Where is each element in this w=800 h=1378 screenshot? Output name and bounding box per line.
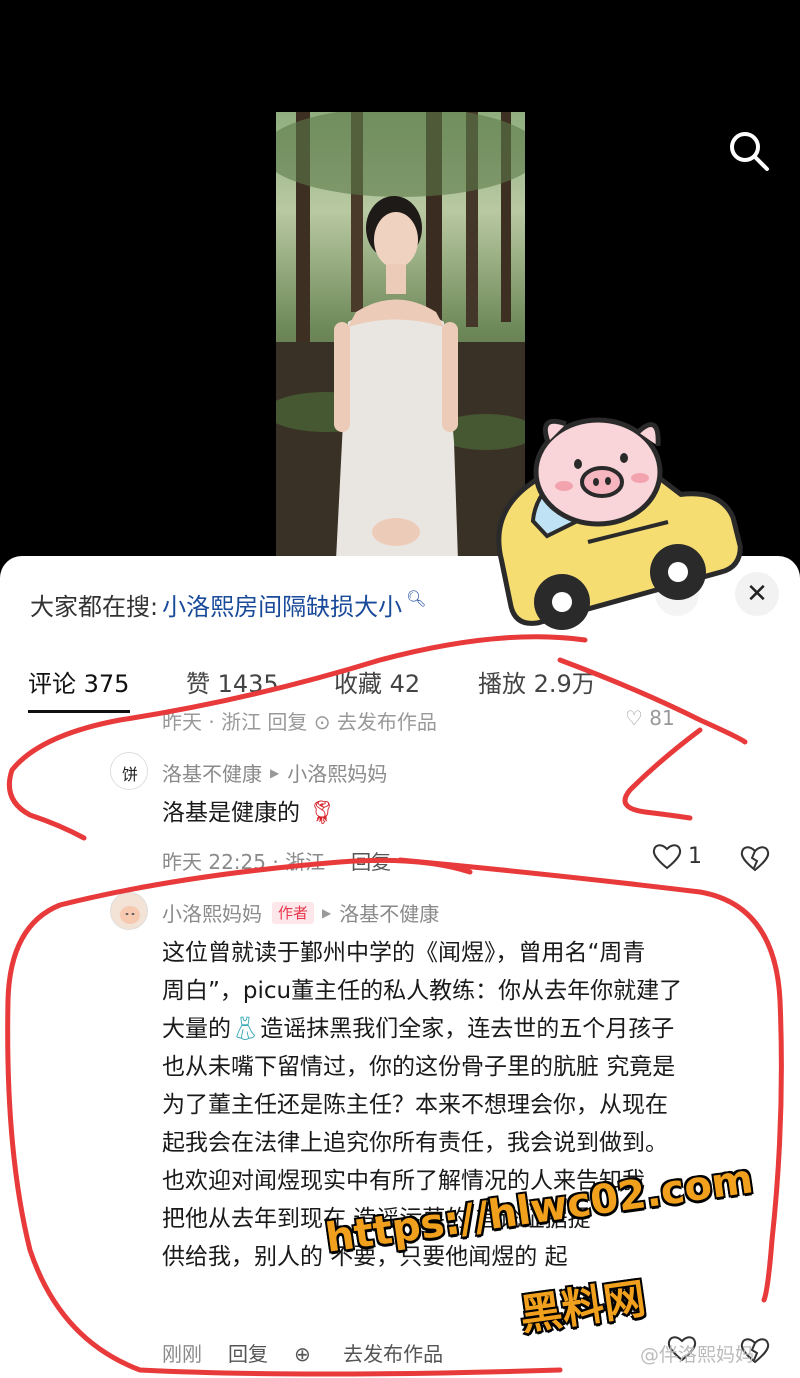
comment-header: 小洛熙妈妈 作者 ▶ 洛基不健康: [162, 898, 439, 927]
comment-line: 这位曾就读于鄞州中学的《闻煜》，曾用名“周青: [162, 940, 646, 966]
reply-arrow-icon: ▶: [270, 765, 280, 780]
tab-likes[interactable]: 赞 1435: [186, 664, 279, 699]
comment-username[interactable]: 洛基不健康: [162, 758, 262, 787]
comment-line: 为了董主任还是陈主任？本来不想理会你，从现在: [162, 1092, 668, 1118]
search-suggestion[interactable]: 大家都在搜: 小洛熙房间隔缺损大小 🔍︎: [30, 584, 426, 624]
weibo-watermark: @伴洛熙妈妈: [640, 1344, 755, 1366]
previous-comment-meta: 昨天 · 浙江 回复 ⊙ 去发布作品: [162, 710, 437, 734]
comment-header: 洛基不健康 ▶ 小洛熙妈妈: [162, 758, 387, 787]
heart-icon: [652, 844, 682, 870]
search-icon: [730, 132, 769, 171]
comment-sheet: 大家都在搜: 小洛熙房间隔缺损大小 🔍︎ ✕ 评论 375 赞 1435 收藏 …: [0, 556, 800, 1378]
like-button[interactable]: 1: [652, 842, 702, 870]
reply-button[interactable]: 回复: [228, 1338, 268, 1367]
comment-text: 洛基是健康的 🌹︎: [162, 794, 337, 832]
publish-label: 去发布作品: [343, 1342, 444, 1366]
comment-line: 供给我，别人的 不要，只要他闻煜的 起: [162, 1244, 568, 1270]
tab-comments[interactable]: 评论 375: [28, 664, 129, 699]
publish-icon: ⊕: [294, 1342, 311, 1366]
dress-icon: 👗︎: [231, 1016, 261, 1042]
comment-time: 刚刚: [162, 1342, 202, 1366]
comment-line: 也从未嘴下留情过，你的这份骨子里的肮脏 究竟是: [162, 1054, 676, 1080]
publish-button[interactable]: ⊕ 去发布作品: [294, 1338, 469, 1367]
search-suggestion-prefix: 大家都在搜:: [30, 592, 159, 621]
avatar[interactable]: 饼: [110, 752, 148, 790]
close-icon: ✕: [746, 579, 768, 609]
avatar[interactable]: [110, 892, 148, 930]
reply-target[interactable]: 小洛熙妈妈: [287, 758, 387, 787]
tab-plays[interactable]: 播放 2.9万: [478, 664, 596, 699]
comment-time: 昨天 22:25 · 浙江: [162, 850, 326, 874]
comment-line: 大量的👗︎造谣抹黑我们全家，连去世的五个月孩子: [162, 1010, 772, 1048]
broken-heart-icon: [740, 846, 770, 872]
comment-username[interactable]: 小洛熙妈妈: [162, 898, 262, 927]
comment-line-part: 造谣抹黑我们全家，连去世的五个月孩子: [260, 1016, 675, 1042]
search-icon: 🔍︎: [406, 588, 427, 608]
previous-comment-likes[interactable]: ♡ 81: [625, 706, 675, 730]
comment-footer: 刚刚 回复 ⊕ 去发布作品: [162, 1338, 495, 1367]
comment-line: 周白”，picu董主任的私人教练：你从去年你就建了: [162, 978, 683, 1004]
like-count: 1: [688, 843, 702, 869]
search-suggestion-link[interactable]: 小洛熙房间隔缺损大小: [162, 587, 402, 622]
tab-favorites[interactable]: 收藏 42: [334, 664, 420, 699]
reply-arrow-icon: ▶: [322, 905, 332, 920]
comment-line-part: 大量的: [162, 1016, 231, 1042]
search-button[interactable]: [726, 128, 772, 174]
comment-line: 起我会在法律上追究你所有责任，我会说到做到。: [162, 1130, 668, 1156]
reply-button[interactable]: 回复: [351, 846, 391, 875]
dislike-button[interactable]: [740, 844, 770, 876]
rose-icon: 🌹︎: [300, 800, 337, 826]
active-tab-indicator: [28, 710, 130, 713]
comment-footer: 昨天 22:25 · 浙江 回复: [162, 846, 417, 875]
reply-target[interactable]: 洛基不健康: [339, 898, 439, 927]
comment-body: 洛基是健康的: [162, 800, 300, 826]
pig-car-sticker: [478, 402, 748, 642]
svg-text:饼: 饼: [122, 765, 138, 784]
author-badge: 作者: [272, 901, 315, 924]
